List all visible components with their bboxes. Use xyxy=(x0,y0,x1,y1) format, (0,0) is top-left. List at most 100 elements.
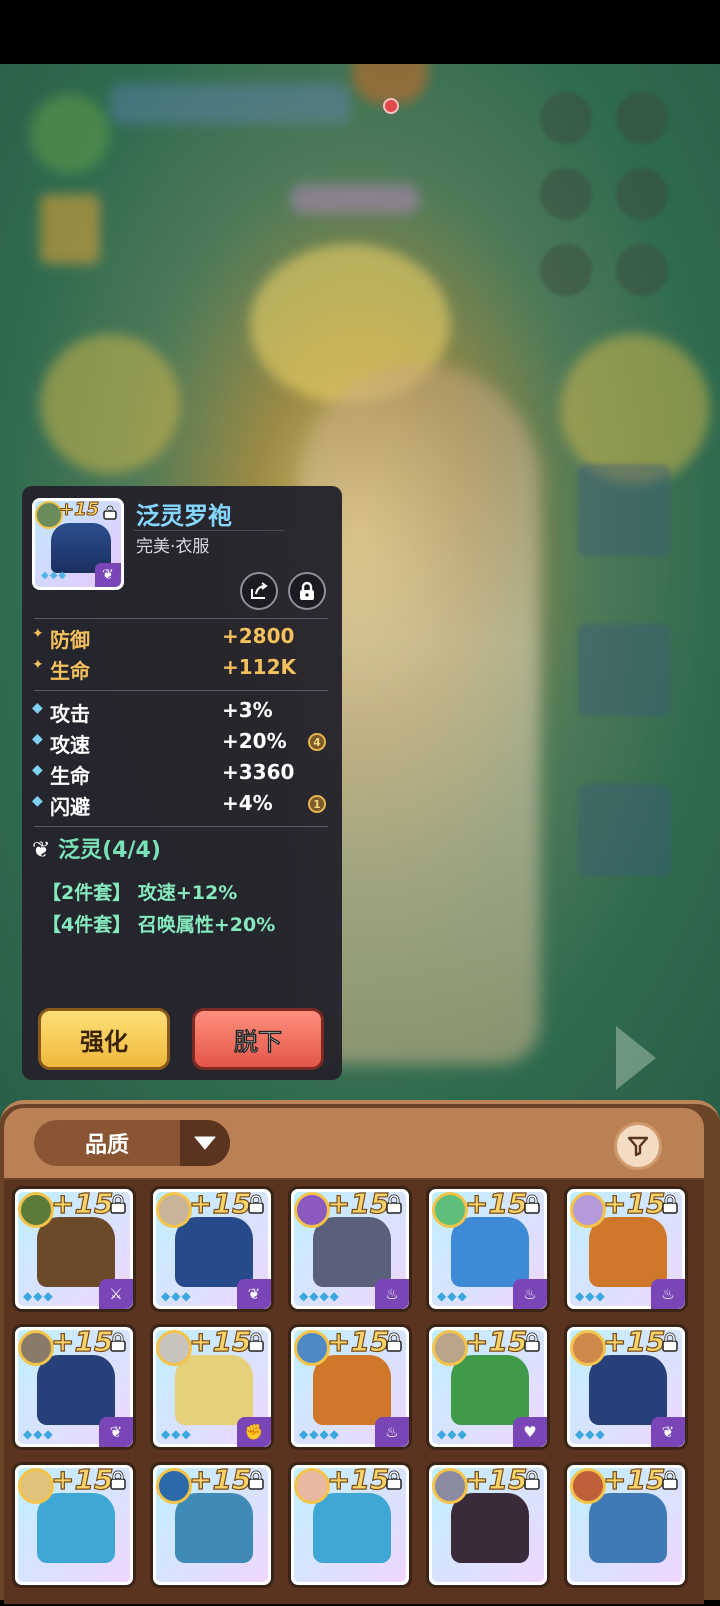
plus-level: +15 xyxy=(188,1325,252,1359)
status-bar xyxy=(0,0,720,64)
equipment-detail-panel: +15 ◆◆◆ ❦ 泛灵罗袍 完美·衣服 ✦ 防御 +2800 ✦ 生命 +11… xyxy=(22,486,342,1080)
item-subtitle: 完美·衣服 xyxy=(136,537,210,557)
quality-diamonds: ◆◆◆ xyxy=(161,1289,192,1303)
enhance-button[interactable]: 强化 xyxy=(38,1008,170,1070)
lock-icon xyxy=(101,503,119,521)
sub-stat-dodge: ◆ 闪避 +4% 1 xyxy=(32,791,328,819)
quality-diamonds: ◆◆◆ xyxy=(41,570,68,581)
sort-dropdown[interactable]: 品质 xyxy=(34,1120,230,1166)
quality-diamonds: ◆◆◆◆ xyxy=(299,1427,340,1441)
plus-level: +15 xyxy=(602,1325,666,1359)
equipment-slot[interactable]: +15 xyxy=(288,1462,412,1588)
hero-avatar xyxy=(156,1330,192,1366)
equipment-slot[interactable]: +15 ◆◆◆ ⚔ xyxy=(12,1186,136,1312)
equipment-slot[interactable]: +15 ◆◆◆◆ ♨ xyxy=(288,1324,412,1450)
stat-value: +20% xyxy=(222,729,287,753)
hero-avatar xyxy=(570,1192,606,1228)
equipment-slot[interactable]: +15 ◆◆◆ ♨ xyxy=(564,1186,688,1312)
stat-name: 闪避 xyxy=(50,795,90,819)
heart-icon: ♥ xyxy=(513,1417,547,1447)
lock-button[interactable] xyxy=(288,572,326,610)
equipment-slot[interactable]: +15 ◆◆◆ ✊ xyxy=(150,1324,274,1450)
set-bonus-4: 【4件套】 召唤属性+20% xyxy=(42,914,276,936)
share-button[interactable] xyxy=(240,572,278,610)
lock-icon xyxy=(107,1469,129,1491)
plus-level: +15 xyxy=(326,1187,390,1221)
lock-icon xyxy=(659,1469,681,1491)
stat-value: +112K xyxy=(222,655,297,679)
quality-diamonds: ◆◆◆◆ xyxy=(299,1289,340,1303)
filter-button[interactable] xyxy=(614,1122,662,1170)
sub-stat-attack-speed: ◆ 攻速 +20% 4 xyxy=(32,729,328,757)
plus-level: +15 xyxy=(58,499,100,521)
item-name: 泛灵罗袍 xyxy=(136,502,232,530)
plus-level: +15 xyxy=(602,1187,666,1221)
equipment-slot[interactable]: +15 ◆◆◆ ♨ xyxy=(426,1186,550,1312)
lock-icon xyxy=(107,1331,129,1353)
stat-value: +3360 xyxy=(222,760,295,784)
lock-icon xyxy=(383,1331,405,1353)
upgrade-count-badge: 4 xyxy=(308,733,326,751)
quality-diamonds: ◆◆◆ xyxy=(161,1427,192,1441)
share-icon xyxy=(251,582,268,599)
plus-level: +15 xyxy=(50,1325,114,1359)
equipment-slot[interactable]: +15 ◆◆◆ ❦ xyxy=(150,1186,274,1312)
equipment-slot[interactable]: +15 ◆◆◆◆ ♨ xyxy=(288,1186,412,1312)
diamond-icon: ◆ xyxy=(32,731,43,747)
hero-avatar xyxy=(18,1468,54,1504)
stat-value: +2800 xyxy=(222,624,295,648)
spirit-icon: ❦ xyxy=(99,1417,133,1447)
upgrade-count-badge: 1 xyxy=(308,795,326,813)
filter-icon xyxy=(627,1136,649,1157)
hero-avatar xyxy=(18,1192,54,1228)
lock-icon xyxy=(107,1193,129,1215)
plus-level: +15 xyxy=(50,1187,114,1221)
lock-icon xyxy=(659,1193,681,1215)
plus-level: +15 xyxy=(464,1325,528,1359)
equipment-slot[interactable]: +15 xyxy=(426,1462,550,1588)
plus-level: +15 xyxy=(464,1187,528,1221)
quality-diamonds: ◆◆◆ xyxy=(575,1427,606,1441)
chevron-down-icon[interactable] xyxy=(180,1120,230,1166)
star-icon: ✦ xyxy=(32,626,44,642)
diamond-icon: ◆ xyxy=(32,762,43,778)
spirit-icon: ❦ xyxy=(237,1279,271,1309)
quality-diamonds: ◆◆◆ xyxy=(23,1427,54,1441)
stat-name: 防御 xyxy=(50,628,90,652)
equipment-slot[interactable]: +15 ◆◆◆ ❦ xyxy=(564,1324,688,1450)
main-stat-hp: ✦ 生命 +112K xyxy=(32,655,328,683)
sub-stat-attack: ◆ 攻击 +3% xyxy=(32,698,328,726)
diamond-icon: ◆ xyxy=(32,793,43,809)
hero-avatar xyxy=(294,1330,330,1366)
hero-avatar xyxy=(570,1468,606,1504)
lock-icon xyxy=(245,1193,267,1215)
divider xyxy=(34,690,328,691)
equipment-slot[interactable]: +15 xyxy=(150,1462,274,1588)
hero-avatar xyxy=(156,1192,192,1228)
lock-icon xyxy=(300,581,314,600)
lock-icon xyxy=(521,1331,543,1353)
lock-icon xyxy=(659,1331,681,1353)
plus-level: +15 xyxy=(464,1463,528,1497)
plus-level: +15 xyxy=(326,1325,390,1359)
equipment-slot[interactable]: +15 xyxy=(564,1462,688,1588)
flame-icon: ♨ xyxy=(651,1279,685,1309)
flame-icon: ♨ xyxy=(513,1279,547,1309)
spirit-icon: ❦ xyxy=(651,1417,685,1447)
unequip-button[interactable]: 脱下 xyxy=(192,1008,324,1070)
equipment-slot[interactable]: +15 xyxy=(12,1462,136,1588)
plus-level: +15 xyxy=(326,1463,390,1497)
next-arrow-icon[interactable] xyxy=(616,1026,656,1090)
notification-dot xyxy=(383,98,399,114)
sword-icon: ⚔ xyxy=(99,1279,133,1309)
hero-avatar xyxy=(432,1192,468,1228)
lock-icon xyxy=(521,1193,543,1215)
plus-level: +15 xyxy=(50,1463,114,1497)
stat-name: 攻速 xyxy=(50,733,90,757)
equipment-icon: +15 ◆◆◆ ❦ xyxy=(32,498,124,590)
equipment-slot[interactable]: +15 ◆◆◆ ♥ xyxy=(426,1324,550,1450)
inventory-panel: 品质 +15 ◆◆◆ ⚔ +15 ◆◆◆ ❦ +15 ◆◆◆◆ ♨ +15 ◆◆◆ ♨ +15 ◆◆◆ ♨ +… xyxy=(0,1100,720,1604)
quality-diamonds: ◆◆◆ xyxy=(437,1289,468,1303)
equipment-slot[interactable]: +15 ◆◆◆ ❦ xyxy=(12,1324,136,1450)
lock-icon xyxy=(383,1193,405,1215)
